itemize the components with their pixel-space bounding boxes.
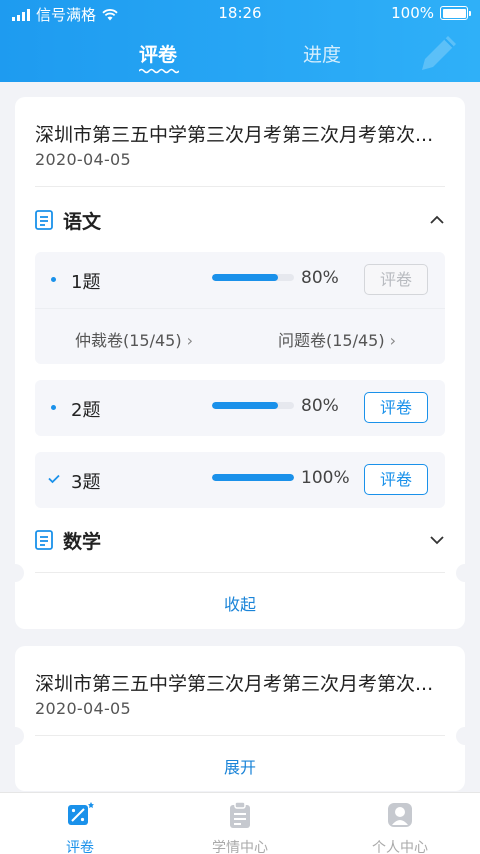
progress-bar (212, 402, 294, 409)
tab-grading[interactable]: 评卷 (139, 40, 177, 67)
progress-fill (212, 274, 278, 281)
bottom-nav: 评卷 学情中心 个人中心 (0, 792, 480, 854)
ticket-notch (6, 564, 24, 582)
question-card: 1题 80% 评卷 仲裁卷(15/45) › 问题卷(15/45) › (35, 252, 445, 364)
exam-title[interactable]: 深圳市第三五中学第三次月考第三次月考第次... (35, 120, 447, 147)
nav-label: 个人中心 (372, 840, 428, 854)
nav-label: 评卷 (66, 840, 94, 854)
divider (35, 735, 445, 736)
question-label: 2题 (71, 400, 101, 421)
question-card: 2题 80% 评卷 (35, 380, 445, 436)
question-row: 1题 80% 评卷 (35, 252, 445, 308)
progress-bar (212, 274, 294, 281)
grade-button[interactable]: 评卷 (364, 464, 428, 495)
grading-icon (68, 802, 94, 825)
progress-fill (212, 474, 294, 481)
nav-item-grading[interactable]: 评卷 (0, 801, 160, 854)
progress-fill (212, 402, 278, 409)
pencil-icon (422, 36, 456, 70)
grade-button[interactable]: 评卷 (364, 392, 428, 423)
nav-item-learning-center[interactable]: 学情中心 (160, 801, 320, 854)
active-tab-wave-indicator (139, 68, 179, 74)
subject-header-math[interactable]: 数学 (35, 525, 445, 555)
exam-card: 深圳市第三五中学第三次月考第三次月考第次... 2020-04-05 语文 1题… (6, 97, 474, 629)
exam-date: 2020-04-05 (35, 699, 131, 718)
question-links: 仲裁卷(15/45) › 问题卷(15/45) › (35, 308, 445, 364)
question-card: 3题 100% 评卷 (35, 452, 445, 508)
question-row: 2题 80% 评卷 (35, 380, 445, 436)
divider (35, 186, 445, 187)
subject-name: 数学 (63, 530, 102, 553)
subject-name: 语文 (63, 210, 102, 233)
question-row: 3题 100% 评卷 (35, 452, 445, 508)
chevron-right-icon: › (389, 331, 397, 350)
checkmark-icon (48, 474, 60, 484)
question-label: 3题 (71, 472, 101, 493)
ticket-notch (6, 727, 24, 745)
bullet-dot-icon (51, 405, 56, 410)
progress-percent: 80% (301, 268, 339, 288)
document-icon (35, 210, 53, 230)
exam-card: 深圳市第三五中学第三次月考第三次月考第次... 2020-04-05 展开 (6, 646, 474, 791)
ticket-notch (456, 564, 474, 582)
battery-icon (440, 6, 471, 20)
link-label: 问题卷(15/45) (278, 331, 385, 350)
progress-percent: 80% (301, 396, 339, 416)
chevron-up-icon[interactable] (429, 212, 445, 228)
question-label: 1题 (71, 272, 101, 293)
subject-header-chinese[interactable]: 语文 (35, 205, 445, 235)
status-bar: 信号满格 18:26 100% (0, 0, 480, 28)
chevron-down-icon[interactable] (429, 532, 445, 548)
bullet-dot-icon (51, 277, 56, 282)
tab-progress[interactable]: 进度 (303, 40, 341, 67)
expand-link[interactable]: 展开 (15, 754, 465, 778)
progress-bar (212, 474, 294, 481)
document-icon (35, 530, 53, 550)
link-label: 仲裁卷(15/45) (75, 331, 182, 350)
problem-paper-link[interactable]: 问题卷(15/45) › (278, 327, 396, 351)
nav-label: 学情中心 (212, 840, 268, 854)
header-tabs: 评卷 进度 (0, 40, 480, 76)
arbitration-paper-link[interactable]: 仲裁卷(15/45) › (75, 327, 193, 351)
nav-item-profile[interactable]: 个人中心 (320, 801, 480, 854)
collapse-link[interactable]: 收起 (15, 591, 465, 615)
ticket-notch (456, 727, 474, 745)
grade-button[interactable]: 评卷 (364, 264, 428, 295)
battery-percent: 100% (391, 4, 434, 22)
progress-percent: 100% (301, 468, 350, 488)
chevron-right-icon: › (186, 331, 194, 350)
exam-date: 2020-04-05 (35, 150, 131, 169)
exam-title[interactable]: 深圳市第三五中学第三次月考第三次月考第次... (35, 669, 447, 696)
app-header: 信号满格 18:26 100% 评卷 进度 (0, 0, 480, 82)
divider (35, 572, 445, 573)
person-icon (388, 803, 412, 827)
clipboard-icon (230, 801, 250, 828)
